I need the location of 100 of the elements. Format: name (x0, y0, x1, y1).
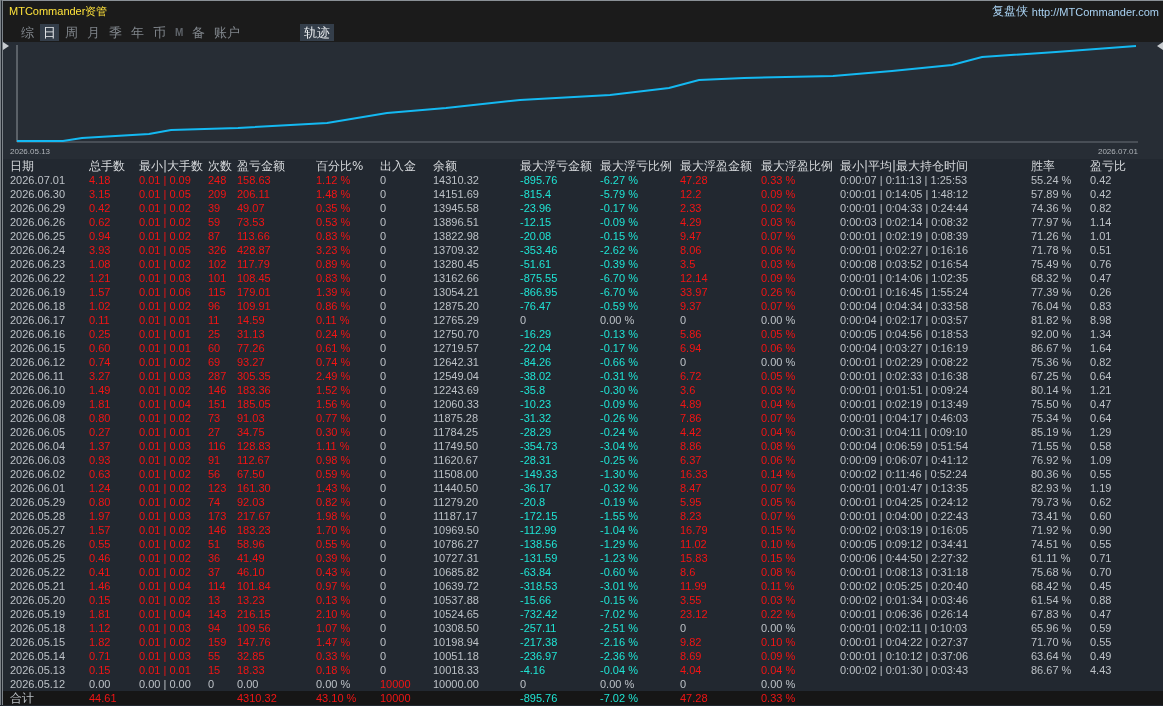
table-cell-text: -6.27 % (600, 173, 639, 187)
table-cell-text: 10000 (380, 677, 412, 691)
table-cell-text: 0.42 (1090, 187, 1113, 201)
table-cell-text: 77.26 (237, 341, 266, 355)
column-header: 最大浮亏比例 (600, 159, 673, 173)
date-cell-text: 2026.06.24 (10, 243, 67, 257)
table-cell-text: -732.42 (520, 607, 559, 621)
table-cell-text: 0.00 % (761, 355, 797, 369)
table-cell-text: -3.04 % (600, 439, 639, 453)
table-cell-text: -0.32 % (600, 481, 639, 495)
table-cell-text: 0.61 % (316, 341, 352, 355)
table-cell-text: 183.36 (237, 383, 272, 397)
trail-toggle[interactable]: 轨迹 (300, 23, 335, 41)
date-cell-text: 2026.05.14 (10, 649, 67, 663)
table-cell-text: 4.29 (680, 215, 703, 229)
table-cell-text: 13709.32 (433, 243, 480, 257)
table-cell-text: 0 (380, 635, 388, 649)
table-cell-text: -866.95 (520, 285, 559, 299)
table-cell-text: 1.43 % (316, 481, 352, 495)
table-cell-text: -0.59 % (600, 299, 639, 313)
table-cell-text: 11440.50 (433, 481, 480, 495)
table-cell-text: 12549.04 (433, 369, 480, 383)
table-cell-text: -4.16 (520, 663, 547, 677)
table-cell-text: 10051.18 (433, 649, 480, 663)
table-cell-text: 0.06 % (761, 341, 797, 355)
table-cell-text: 75.34 % (1031, 411, 1073, 425)
table-cell-text: -35.8 (520, 383, 547, 397)
table-cell-text: 11 (208, 313, 221, 327)
table-cell-text: 92.00 % (1031, 327, 1073, 341)
table-cell-text: 0.49 (1090, 649, 1113, 663)
table-cell-text: 8.98 (1090, 313, 1113, 327)
table-cell-text: 3.15 (89, 187, 112, 201)
table-cell-text: 102 (208, 257, 228, 271)
table-cell-text: 0 (380, 495, 388, 509)
website-link[interactable]: http://MTCommander.com (1031, 5, 1159, 18)
table-cell-text: 0.07 % (761, 299, 797, 313)
period-tab[interactable]: 币 (150, 23, 169, 41)
table-cell-text: 0.01 | 0.02 (139, 229, 192, 243)
table-cell-text: 13822.98 (433, 229, 480, 243)
table-cell-text: 0.15 % (761, 523, 797, 537)
table-cell-text: 0 (380, 439, 388, 453)
table-cell-text: 0:00:01 | 0:02:27 | 0:16:16 (840, 243, 970, 257)
table-cell-text: -0.17 % (600, 201, 639, 215)
table-cell-text: 0.03 % (761, 215, 797, 229)
table-cell-text: 11875.28 (433, 411, 480, 425)
table-cell-text: 0.01 | 0.02 (139, 593, 192, 607)
period-tab[interactable]: 账户 (211, 23, 244, 41)
date-cell-text: 2026.06.12 (10, 355, 67, 369)
table-cell-text: 0.01 | 0.03 (139, 439, 192, 453)
table-cell-text: 0.39 % (316, 551, 352, 565)
table-cell-text: 0.00 | 0.00 (139, 677, 192, 691)
table-cell-text: -20.8 (520, 495, 547, 509)
table-cell-text: 109.56 (237, 621, 272, 635)
date-cell-text: 2026.06.19 (10, 285, 67, 299)
table-cell-text: 0 (380, 663, 388, 677)
table-cell-text: 0.76 (1090, 257, 1113, 271)
table-cell-text: 0 (520, 677, 528, 691)
table-cell-text: 0.55 (89, 537, 112, 551)
table-cell-text: 0 (380, 355, 388, 369)
table-cell-text: 0:00:31 | 0:04:11 | 0:09:10 (840, 425, 969, 439)
table-cell-text: -0.66 % (600, 355, 639, 369)
table-cell-text: 217.67 (237, 509, 272, 523)
table-cell-text: 11.02 (680, 537, 708, 551)
table-cell-text: 87 (208, 229, 222, 243)
table-cell-text: -2.16 % (600, 635, 639, 649)
table-cell-text: 0:00:01 | 0:08:13 | 0:31:18 (840, 565, 970, 579)
table-cell-text: 113.66 (237, 229, 271, 243)
period-tab[interactable]: 年 (128, 23, 147, 41)
table-cell-text: 10639.72 (433, 579, 480, 593)
table-cell-text: 0:00:01 | 0:02:29 | 0:08:22 (840, 355, 970, 369)
table-cell-text: -2.51 % (600, 621, 639, 635)
table-cell-text: 12719.57 (433, 341, 480, 355)
table-cell-text: 0.18 % (316, 663, 352, 677)
date-cell-text: 2026.05.12 (10, 677, 67, 691)
table-cell-text: 1.57 (89, 285, 112, 299)
table-cell-text: 12875.20 (433, 299, 480, 313)
period-tab[interactable]: 月 (84, 23, 103, 41)
table-cell-text: 46.10 (237, 565, 266, 579)
date-cell-text: 2026.05.18 (10, 621, 67, 635)
period-tab[interactable]: 季 (106, 23, 125, 41)
date-cell-text: 2026.06.22 (10, 271, 67, 285)
table-cell-text: 6.94 (680, 341, 703, 355)
table-cell-text: -0.25 % (600, 453, 639, 467)
table-cell-text: 0.04 % (761, 663, 797, 677)
table-cell-text: 0.35 % (316, 201, 352, 215)
table-cell-text: -28.29 (520, 425, 553, 439)
date-cell-text: 2026.06.04 (10, 439, 67, 453)
period-tab[interactable]: 备 (189, 23, 209, 41)
period-tab[interactable]: 日 (40, 23, 59, 41)
period-tab[interactable]: 综 (18, 23, 37, 41)
period-tab[interactable]: 周 (62, 23, 81, 41)
table-cell-text: 0.01 | 0.02 (139, 383, 192, 397)
table-cell-text: 0.25 (89, 327, 112, 341)
table-cell-text: 0.58 (1090, 439, 1113, 453)
table-cell-text: 74 (208, 495, 222, 509)
table-cell-text: 9.47 (680, 229, 703, 243)
table-cell-text: 0.01 | 0.02 (139, 411, 192, 425)
table-cell-text: -895.76 (520, 173, 559, 187)
table-cell-text: 15 (208, 663, 222, 677)
table-cell-text: 0 (380, 327, 388, 341)
